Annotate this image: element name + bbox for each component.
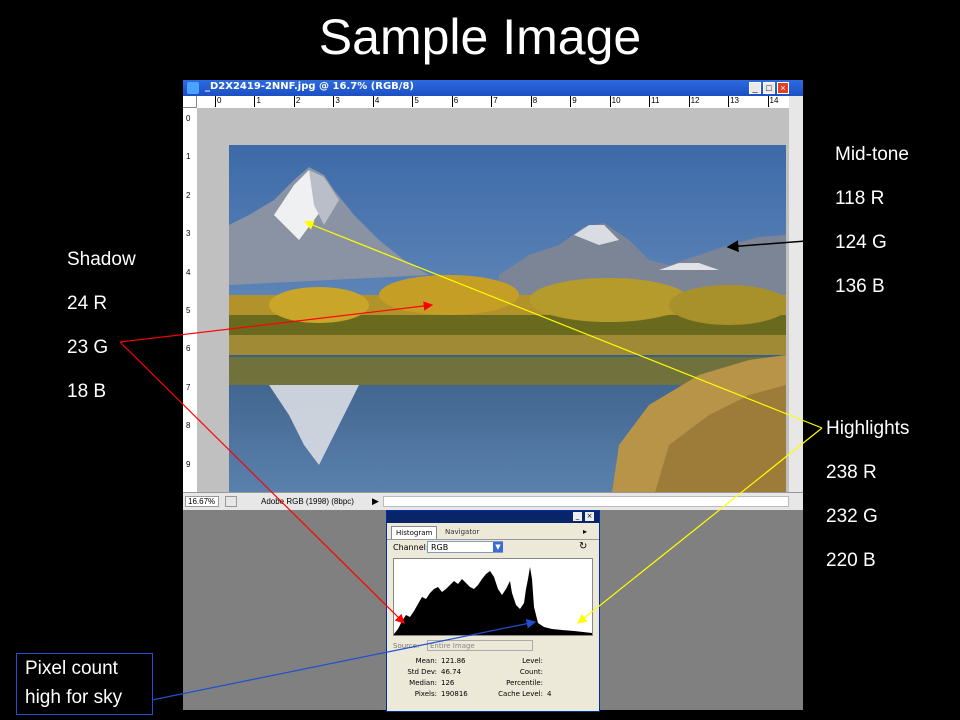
window-titlebar[interactable]: _D2X2419-2NNF.jpg @ 16.7% (RGB/8) _ □ × <box>183 80 803 96</box>
ruler-tick-label: 5 <box>412 96 419 107</box>
panel-titlebar[interactable]: _ × <box>387 511 599 523</box>
stat-value: 46.74 <box>441 668 462 676</box>
window-title: _D2X2419-2NNF.jpg @ 16.7% (RGB/8) <box>205 81 414 92</box>
ruler-tick-label: 8 <box>186 421 191 431</box>
ruler-tick-label: 5 <box>186 306 191 315</box>
stat-value: 4 <box>547 690 552 698</box>
shadow-r: 24 R <box>67 293 108 314</box>
ruler-tick-label: 8 <box>530 96 538 107</box>
source-label: Source: <box>393 642 420 650</box>
status-icon[interactable] <box>225 496 237 507</box>
slide-title: Sample Image <box>318 9 642 65</box>
ruler-tick-label: 6 <box>186 344 191 354</box>
channel-select[interactable]: RGB <box>427 541 503 553</box>
stat-label: Level: <box>522 657 543 665</box>
ruler-tick-label: 11 <box>649 96 660 107</box>
chevron-down-icon[interactable]: ▼ <box>493 542 503 552</box>
panel-minimize-icon[interactable]: _ <box>573 512 582 521</box>
pixel-count-callout: Pixel count high for sky <box>16 653 153 715</box>
highlights-g: 232 G <box>826 506 878 527</box>
pixel-count-line1: Pixel count <box>25 658 118 679</box>
status-menu-arrow-icon[interactable]: ▶ <box>372 496 379 507</box>
highlights-annotation: Highlights 238 R 232 G 220 B <box>826 407 909 583</box>
status-bar: 16.67% Adobe RGB (1998) (8bpc) ▶ <box>183 492 803 511</box>
ruler-tick-label: 7 <box>491 96 498 107</box>
stat-label: Median: <box>409 679 437 687</box>
midtone-b: 136 B <box>835 276 885 297</box>
zoom-field[interactable]: 16.67% <box>185 496 219 507</box>
histogram-graph <box>393 558 593 636</box>
stat-label: Mean: <box>415 657 437 665</box>
ruler-tick-label: 3 <box>333 96 340 107</box>
ruler-tick-label: 1 <box>254 96 261 107</box>
stat-label: Cache Level: <box>498 690 543 698</box>
refresh-icon[interactable]: ↻ <box>579 541 587 552</box>
ruler-tick-label: 1 <box>186 152 191 162</box>
stat-value: 121.86 <box>441 657 466 665</box>
tab-histogram[interactable]: Histogram <box>391 526 438 540</box>
photoshop-app-icon <box>187 82 199 94</box>
ruler-tick-label: 7 <box>186 382 191 392</box>
ruler-tick-label: 2 <box>186 190 191 200</box>
stat-label: Pixels: <box>414 690 437 698</box>
photoshop-document-window: _D2X2419-2NNF.jpg @ 16.7% (RGB/8) _ □ × … <box>183 80 803 513</box>
vertical-scrollbar[interactable] <box>789 96 803 492</box>
shadow-b: 18 B <box>67 381 107 402</box>
close-button[interactable]: × <box>777 82 789 94</box>
document-canvas[interactable] <box>197 108 789 513</box>
ruler-tick-label: 4 <box>372 96 380 107</box>
tab-divider <box>387 539 599 540</box>
ruler-left[interactable]: 0 1 2 3 4 5 6 7 8 9 <box>183 108 198 492</box>
ruler-tick-label: 10 <box>609 96 621 107</box>
ruler-tick-label: 0 <box>215 96 222 107</box>
minimize-button[interactable]: _ <box>749 82 761 94</box>
stat-label: Percentile: <box>506 679 543 687</box>
shadow-g: 23 G <box>67 337 109 358</box>
color-profile: Adobe RGB (1998) (8bpc) <box>261 497 354 506</box>
ruler-origin[interactable] <box>183 96 197 108</box>
ruler-tick-label: 12 <box>688 96 700 107</box>
channel-label: Channel: <box>393 543 429 552</box>
stat-value: 190816 <box>441 690 468 698</box>
stat-label: Std Dev: <box>407 668 437 676</box>
panel-close-icon[interactable]: × <box>585 512 594 521</box>
midtone-heading: Mid-tone <box>835 144 909 165</box>
ruler-tick-label: 2 <box>293 96 301 107</box>
highlights-r: 238 R <box>826 462 877 483</box>
shadow-heading: Shadow <box>67 249 136 270</box>
pixel-count-line2: high for sky <box>25 687 123 708</box>
horizontal-scrollbar[interactable] <box>383 496 789 507</box>
ruler-tick-label: 9 <box>570 96 577 107</box>
stat-label: Count: <box>519 668 543 676</box>
panel-menu-icon[interactable]: ▸ <box>583 527 587 536</box>
source-select[interactable]: Entire Image <box>427 640 533 651</box>
highlights-b: 220 B <box>826 550 876 571</box>
ruler-tick-label: 3 <box>186 229 191 239</box>
tab-navigator[interactable]: Navigator <box>441 526 483 539</box>
landscape-photo <box>229 145 786 513</box>
midtone-annotation: Mid-tone 118 R 124 G 136 B <box>835 133 909 309</box>
maximize-button[interactable]: □ <box>763 82 775 94</box>
highlights-heading: Highlights <box>826 418 910 439</box>
histogram-panel: _ × Histogram Navigator ▸ Channel: RGB ▼… <box>386 510 600 712</box>
shadow-annotation: Shadow 24 R 23 G 18 B <box>67 238 136 414</box>
ruler-tick-label: 0 <box>186 114 191 123</box>
ruler-tick-label: 6 <box>451 96 459 107</box>
ruler-tick-label: 13 <box>728 96 739 107</box>
midtone-g: 124 G <box>835 232 887 253</box>
stat-value: 126 <box>441 679 455 687</box>
ruler-tick-label: 14 <box>767 96 779 107</box>
ruler-tick-label: 4 <box>186 267 191 277</box>
midtone-r: 118 R <box>835 188 885 209</box>
ruler-tick-label: 9 <box>186 459 191 469</box>
